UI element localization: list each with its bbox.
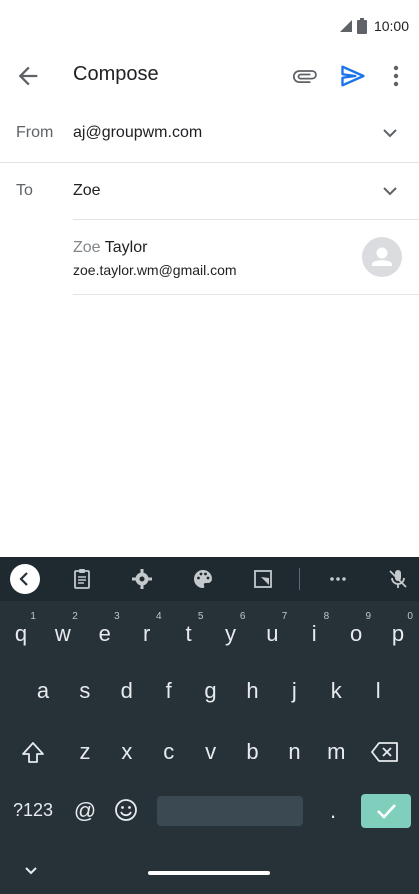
to-input[interactable]: Zoe (73, 182, 101, 200)
key-hint: 3 (114, 611, 120, 622)
key-e[interactable]: 3e (84, 611, 126, 655)
arrow-left-icon[interactable] (14, 62, 42, 90)
key-g[interactable]: g (190, 678, 232, 704)
to-row[interactable]: To Zoe (0, 163, 419, 220)
key-h[interactable]: h (232, 678, 274, 704)
resize-icon[interactable] (251, 567, 275, 591)
key-hint: 7 (281, 611, 288, 622)
page-title: Compose (73, 63, 159, 85)
key-hint: 4 (156, 611, 162, 622)
chevron-down-icon[interactable] (378, 121, 402, 145)
palette-icon[interactable] (191, 567, 215, 591)
key-k[interactable]: k (315, 678, 357, 704)
key-y[interactable]: 6y (210, 611, 252, 655)
key-t[interactable]: 5t (168, 611, 210, 655)
app-bar: Compose (0, 52, 419, 100)
enter-button[interactable] (361, 794, 411, 828)
key-o[interactable]: 9o (335, 611, 377, 655)
key-j[interactable]: j (273, 678, 315, 704)
gear-icon[interactable] (130, 567, 154, 591)
backspace-icon[interactable] (370, 740, 400, 764)
key-hint: 9 (365, 611, 372, 622)
signal-icon (339, 20, 352, 32)
suggestion-name: Zoe Taylor (73, 239, 148, 256)
key-label: w (54, 621, 71, 646)
key-label: r (142, 621, 151, 646)
key-label: i (311, 621, 317, 646)
key-hint: 0 (407, 611, 413, 622)
mic-off-icon[interactable] (386, 567, 410, 591)
key-label: u (266, 621, 279, 646)
key-s[interactable]: s (64, 678, 106, 704)
paperclip-icon[interactable] (290, 62, 318, 90)
space-key[interactable] (157, 796, 303, 826)
key-i[interactable]: 8i (293, 611, 335, 655)
key-label: q (14, 621, 28, 646)
navigation-bar (0, 847, 419, 894)
to-label: To (16, 182, 33, 199)
more-horiz-icon[interactable] (326, 567, 350, 591)
from-row[interactable]: From aj@groupwm.com (0, 105, 419, 162)
key-hint: 5 (197, 611, 204, 622)
keyboard-collapse-button[interactable] (10, 564, 40, 594)
key-hint: 6 (239, 611, 246, 622)
keyboard: 1q2w3e4r5t6y7u8i9o0p asdfghjkl zxcvbnm ?… (0, 557, 419, 894)
key-v[interactable]: v (190, 739, 232, 765)
key-x[interactable]: x (106, 739, 148, 765)
key-w[interactable]: 2w (42, 611, 84, 655)
key-a[interactable]: a (22, 678, 64, 704)
period-key[interactable]: . (318, 798, 348, 824)
suggestion-email: zoe.taylor.wm@gmail.com (73, 262, 237, 278)
key-label: y (224, 621, 236, 646)
key-hint: 1 (30, 611, 36, 622)
toolbar-separator (299, 568, 300, 590)
check-icon (377, 804, 396, 819)
key-n[interactable]: n (274, 739, 316, 765)
key-z[interactable]: z (64, 739, 106, 765)
key-d[interactable]: d (106, 678, 148, 704)
key-f[interactable]: f (148, 678, 190, 704)
key-label: o (350, 621, 363, 646)
at-key[interactable]: @ (70, 798, 100, 824)
status-time: 10:00 (373, 18, 409, 34)
key-label: e (98, 621, 111, 646)
key-hint: 2 (72, 611, 78, 622)
from-value[interactable]: aj@groupwm.com (73, 124, 202, 142)
key-label: p (391, 621, 405, 646)
send-icon[interactable] (339, 62, 367, 90)
home-indicator[interactable] (148, 871, 270, 875)
avatar (362, 237, 402, 277)
key-r[interactable]: 4r (126, 611, 168, 655)
chevron-down-icon[interactable] (22, 863, 40, 877)
battery-icon (356, 18, 367, 34)
key-l[interactable]: l (357, 678, 399, 704)
key-m[interactable]: m (315, 739, 357, 765)
divider (73, 294, 419, 295)
key-q[interactable]: 1q (0, 611, 42, 655)
clipboard-icon[interactable] (70, 567, 94, 591)
symbols-key[interactable]: ?123 (8, 800, 58, 821)
key-hint: 8 (323, 611, 330, 622)
from-label: From (16, 124, 54, 141)
key-label: t (185, 621, 192, 646)
chevron-left-icon (19, 572, 28, 586)
key-c[interactable]: c (148, 739, 190, 765)
status-bar: 10:00 (0, 0, 419, 52)
more-vert-icon[interactable] (384, 62, 408, 90)
chevron-down-icon[interactable] (378, 179, 402, 203)
contact-suggestion[interactable]: Zoe Taylor zoe.taylor.wm@gmail.com (0, 220, 419, 294)
key-u[interactable]: 7u (251, 611, 293, 655)
shift-icon[interactable] (20, 740, 46, 766)
emoji-icon[interactable] (113, 797, 139, 823)
keyboard-toolbar (0, 557, 419, 601)
key-p[interactable]: 0p (377, 611, 419, 655)
key-b[interactable]: b (232, 739, 274, 765)
